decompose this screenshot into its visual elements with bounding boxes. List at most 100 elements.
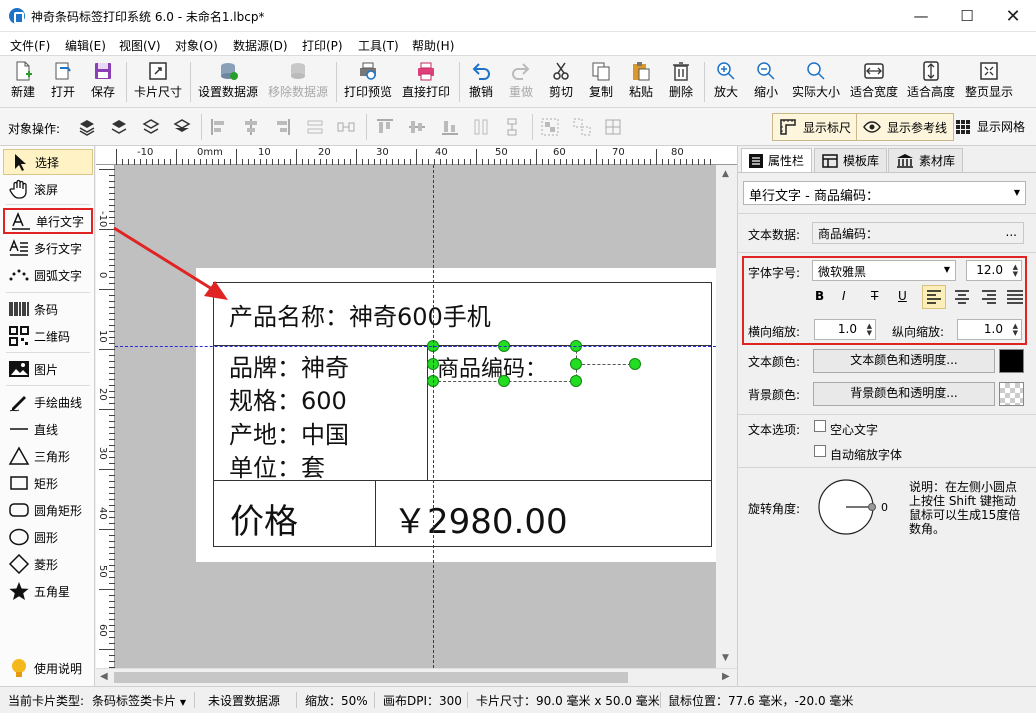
help-button[interactable]: 使用说明 xyxy=(3,655,93,681)
text-data-field[interactable]: 商品编码： ... xyxy=(812,222,1024,244)
scroll-thumb[interactable] xyxy=(114,672,628,683)
redo-button[interactable]: 重做 xyxy=(507,60,535,104)
font-size-input[interactable]: 12.0 ▲ ▼ xyxy=(966,260,1022,281)
menu-view[interactable]: 视图(V) xyxy=(119,37,161,54)
auto-scale-checkbox[interactable] xyxy=(814,445,826,457)
zoom-out-button[interactable]: 缩小 xyxy=(752,60,780,104)
tab-materials[interactable]: 素材库 xyxy=(888,148,964,172)
menu-edit[interactable]: 编辑(E) xyxy=(65,37,106,54)
close-button[interactable]: ✕ xyxy=(990,0,1036,32)
tool-barcode[interactable]: 条码 xyxy=(3,296,93,322)
tool-scroll[interactable]: 滚屏 xyxy=(3,176,93,202)
vscale-input[interactable]: 1.0 ▲ ▼ xyxy=(957,319,1022,340)
tool-line[interactable]: 直线 xyxy=(3,416,93,442)
tab-templates[interactable]: 模板库 xyxy=(814,148,888,172)
direct-print-button[interactable]: 直接打印 xyxy=(401,60,451,104)
tab-properties[interactable]: 属性栏 xyxy=(741,148,813,172)
align-right-icon[interactable] xyxy=(272,117,292,137)
tool-circle[interactable]: 圆形 xyxy=(3,524,93,550)
remove-datasource-button[interactable]: 移除数据源 xyxy=(267,60,329,104)
menu-file[interactable]: 文件(F) xyxy=(10,37,50,54)
strikethrough-button[interactable]: T xyxy=(871,289,878,303)
tool-rectangle[interactable]: 矩形 xyxy=(3,470,93,496)
maximize-button[interactable]: ☐ xyxy=(944,0,990,32)
copy-button[interactable]: 复制 xyxy=(587,60,615,104)
align-middle-icon[interactable] xyxy=(407,117,427,137)
menu-datasource[interactable]: 数据源(D) xyxy=(233,37,288,54)
print-preview-button[interactable]: 打印预览 xyxy=(343,60,393,104)
zoom-in-button[interactable]: 放大 xyxy=(712,60,740,104)
align-left-icon[interactable] xyxy=(209,117,229,137)
fit-width-button[interactable]: 适合宽度 xyxy=(849,60,899,104)
align-top-icon[interactable] xyxy=(375,117,395,137)
card-type-select[interactable]: 条码标签类卡片 ▼ xyxy=(92,692,186,709)
canvas-area[interactable]: -10 0mm 10 20 30 40 50 60 70 80 -10 0 10… xyxy=(96,146,737,686)
tool-arc-text[interactable]: 圆弧文字 xyxy=(3,262,93,288)
text-color-button[interactable]: 文本颜色和透明度... xyxy=(813,349,995,373)
cut-button[interactable]: 剪切 xyxy=(547,60,575,104)
text-color-swatch[interactable] xyxy=(999,349,1024,373)
tool-triangle[interactable]: 三角形 xyxy=(3,443,93,469)
vertical-spacing-icon[interactable] xyxy=(502,117,522,137)
hscale-input[interactable]: 1.0 ▲ ▼ xyxy=(814,319,876,340)
scroll-left-icon[interactable]: ◀ xyxy=(100,671,108,682)
spinner-icon[interactable]: ▲ ▼ xyxy=(1013,264,1018,278)
align-center-h-icon[interactable] xyxy=(241,117,261,137)
actual-size-button[interactable]: 实际大小 xyxy=(790,60,842,104)
save-button[interactable]: 保存 xyxy=(88,60,118,104)
undo-button[interactable]: 撤销 xyxy=(467,60,495,104)
align-left-button[interactable] xyxy=(922,285,946,309)
bg-color-swatch[interactable] xyxy=(999,382,1024,406)
underline-button[interactable]: U xyxy=(898,289,907,303)
lock-grid-icon[interactable] xyxy=(603,117,623,137)
group-icon[interactable] xyxy=(540,117,560,137)
hollow-text-checkbox[interactable] xyxy=(814,420,826,432)
menu-print[interactable]: 打印(P) xyxy=(302,37,343,54)
text-align-center-icon[interactable] xyxy=(951,286,973,308)
spinner-icon[interactable]: ▲ ▼ xyxy=(867,323,872,337)
show-grid-toggle[interactable]: 显示网格 xyxy=(955,118,1025,135)
tool-image[interactable]: 图片 xyxy=(3,356,93,382)
tool-diamond[interactable]: 菱形 xyxy=(3,551,93,577)
minimize-button[interactable]: — xyxy=(898,0,944,32)
tool-star[interactable]: 五角星 xyxy=(3,578,93,604)
menu-object[interactable]: 对象(O) xyxy=(175,37,218,54)
text-align-right-icon[interactable] xyxy=(978,286,1000,308)
tool-rounded-rectangle[interactable]: 圆角矩形 xyxy=(3,497,93,523)
text-data-more-button[interactable]: ... xyxy=(1006,225,1017,239)
italic-button[interactable]: I xyxy=(842,289,846,303)
tool-freehand[interactable]: 手绘曲线 xyxy=(3,389,93,415)
spinner-icon[interactable]: ▲ ▼ xyxy=(1013,323,1018,337)
scroll-up-icon[interactable]: ▲ xyxy=(722,169,729,179)
text-justify-icon[interactable] xyxy=(1004,286,1026,308)
set-datasource-button[interactable]: 设置数据源 xyxy=(197,60,259,104)
show-ruler-toggle[interactable]: 显示标尺 xyxy=(772,113,859,141)
menu-tools[interactable]: 工具(T) xyxy=(358,37,399,54)
distribute-v-icon[interactable] xyxy=(471,117,491,137)
bold-button[interactable]: B xyxy=(815,289,824,303)
horizontal-scrollbar[interactable]: ◀ ▶ xyxy=(96,668,737,686)
menu-help[interactable]: 帮助(H) xyxy=(412,37,454,54)
fit-height-button[interactable]: 适合高度 xyxy=(906,60,956,104)
tool-qrcode[interactable]: 二维码 xyxy=(3,323,93,349)
tool-select[interactable]: 选择 xyxy=(3,149,93,175)
scroll-down-icon[interactable]: ▼ xyxy=(722,653,729,663)
new-button[interactable]: 新建 xyxy=(8,60,38,104)
bring-to-front-icon[interactable] xyxy=(109,117,129,137)
show-guides-toggle[interactable]: 显示参考线 xyxy=(856,113,955,141)
bring-forward-icon[interactable] xyxy=(77,117,97,137)
delete-button[interactable]: 删除 xyxy=(667,60,695,104)
font-family-select[interactable]: 微软雅黑 ▼ xyxy=(812,260,956,281)
align-bottom-icon[interactable] xyxy=(440,117,460,137)
open-button[interactable]: 打开 xyxy=(48,60,78,104)
object-select[interactable]: 单行文字 - 商品编码： ▼ xyxy=(743,181,1026,205)
send-to-back-icon[interactable] xyxy=(172,117,192,137)
bg-color-button[interactable]: 背景颜色和透明度... xyxy=(813,382,995,406)
send-backward-icon[interactable] xyxy=(141,117,161,137)
card-size-button[interactable]: 卡片尺寸 xyxy=(132,60,184,104)
scroll-right-icon[interactable]: ▶ xyxy=(722,671,730,682)
ungroup-icon[interactable] xyxy=(572,117,592,137)
distribute-h-icon[interactable] xyxy=(305,117,325,137)
tool-multi-line-text[interactable]: 多行文字 xyxy=(3,235,93,261)
equal-spacing-icon[interactable] xyxy=(336,117,356,137)
